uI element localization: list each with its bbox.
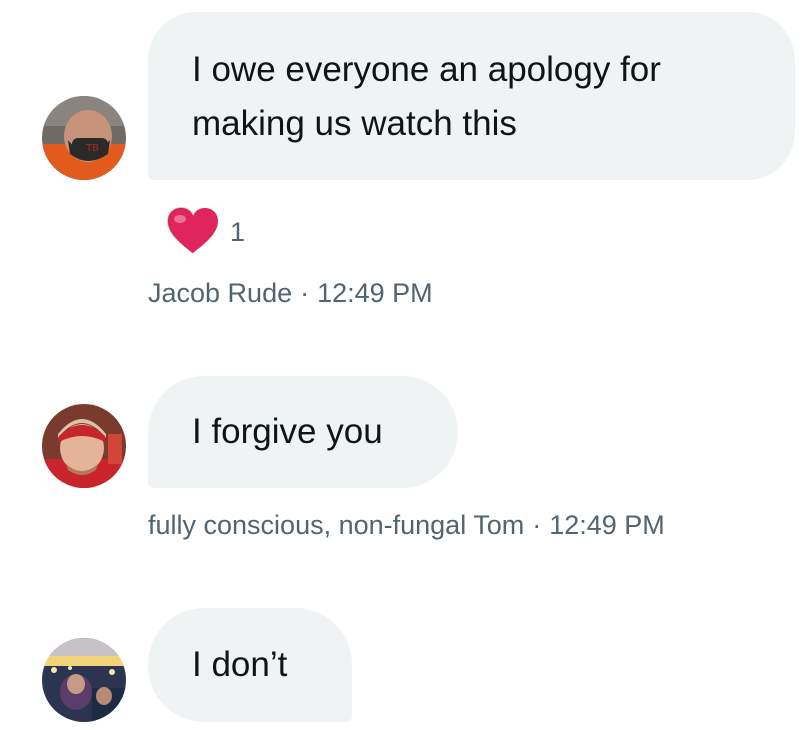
svg-text:TB: TB (85, 143, 99, 154)
separator: · (300, 278, 310, 308)
sender-name[interactable]: Jacob Rude (148, 278, 292, 308)
reaction-count: 1 (230, 217, 246, 247)
timestamp: 12:49 PM (549, 510, 665, 540)
avatar-beanie-icon (42, 404, 126, 488)
separator: · (532, 510, 542, 540)
message-bubble[interactable]: I forgive you (148, 376, 458, 488)
message-text: I forgive you (192, 412, 383, 451)
message-meta: Jacob Rude · 12:49 PM (148, 277, 433, 309)
message-meta: fully conscious, non-fungal Tom · 12:49 PM (148, 509, 665, 541)
timestamp: 12:49 PM (317, 278, 433, 308)
reaction-badge[interactable]: 1 (166, 207, 245, 255)
avatar-mask-icon: TB (42, 96, 126, 180)
message-text: I don’t (192, 645, 288, 684)
avatar-tom[interactable] (42, 404, 126, 488)
message-text: I owe everyone an apology for making us … (192, 50, 661, 143)
avatar-third-user[interactable] (42, 638, 126, 722)
heart-icon (167, 207, 218, 254)
avatar-jacob-rude[interactable]: TB (42, 96, 126, 180)
sender-name[interactable]: fully conscious, non-fungal Tom (148, 510, 524, 540)
message-bubble[interactable]: I don’t (148, 608, 352, 722)
message-bubble[interactable]: I owe everyone an apology for making us … (148, 12, 795, 180)
avatar-stadium-icon (42, 638, 126, 722)
